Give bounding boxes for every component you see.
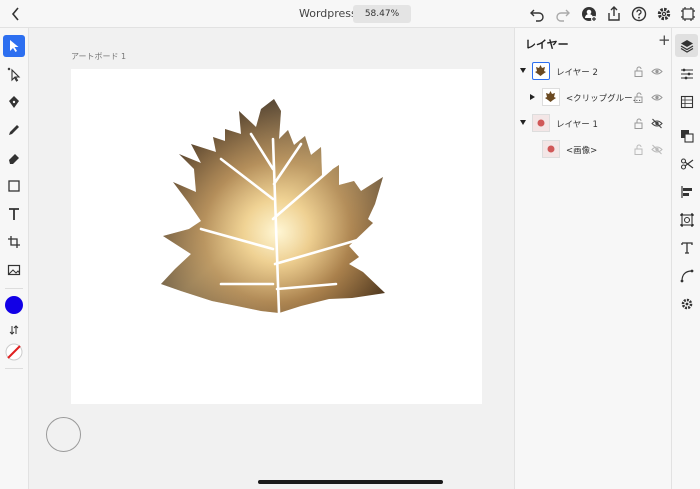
layers-panel-title: レイヤー xyxy=(525,38,569,51)
eraser-tool[interactable] xyxy=(3,147,25,169)
photo-thumbnail-icon xyxy=(533,115,549,131)
layer-thumbnail xyxy=(532,114,550,132)
canvas-area[interactable]: アートボード 1 xyxy=(29,28,514,489)
lock-open-icon[interactable] xyxy=(633,144,645,155)
arrange-icon xyxy=(680,129,694,143)
pen-tool[interactable] xyxy=(3,91,25,113)
photo-thumbnail-icon xyxy=(543,141,559,157)
layers-panel: レイヤー + レイヤー 2 <クリップグルー… レイヤー 1 <画像> xyxy=(514,28,671,489)
lock-open-icon[interactable] xyxy=(633,92,645,103)
curvature-panel-button[interactable] xyxy=(675,264,698,287)
pencil-tool[interactable] xyxy=(3,119,25,141)
type-icon xyxy=(680,241,693,254)
place-image-tool[interactable] xyxy=(3,259,25,281)
right-panel-rail xyxy=(671,28,700,489)
undo-icon[interactable] xyxy=(529,6,545,22)
eye-visible-icon[interactable] xyxy=(651,66,663,77)
collapse-caret-icon[interactable] xyxy=(520,120,526,125)
zoom-level[interactable]: 58.47% xyxy=(353,5,411,23)
layer-thumbnail xyxy=(532,62,550,80)
layer-thumbnail xyxy=(542,140,560,158)
layer-thumbnail xyxy=(542,88,560,106)
settings-gear-icon[interactable] xyxy=(656,6,672,22)
appearance-panel-button[interactable] xyxy=(675,90,698,113)
eye-visible-icon[interactable] xyxy=(651,92,663,103)
left-toolbar xyxy=(0,28,29,489)
home-indicator xyxy=(258,480,443,484)
toolbar-divider xyxy=(5,288,23,289)
swap-arrows-icon xyxy=(9,325,19,335)
help-icon[interactable] xyxy=(631,6,647,22)
layer-row[interactable]: <クリップグルー… xyxy=(515,86,672,110)
eye-hidden-icon[interactable] xyxy=(651,118,663,129)
layer-name[interactable]: レイヤー 2 xyxy=(556,66,598,78)
properties-panel-button[interactable] xyxy=(675,62,698,85)
layer-row[interactable]: レイヤー 2 xyxy=(515,60,672,84)
collapse-caret-icon[interactable] xyxy=(520,68,526,73)
transform-icon xyxy=(679,212,694,227)
leaf-thumbnail-icon xyxy=(535,65,546,76)
image-icon xyxy=(7,264,21,276)
eye-hidden-icon[interactable] xyxy=(651,144,663,155)
sliders-icon xyxy=(680,68,693,79)
share-user-icon[interactable] xyxy=(581,6,597,22)
layers-panel-button[interactable] xyxy=(675,34,698,57)
layer-row[interactable]: レイヤー 1 xyxy=(515,112,672,136)
selection-tool[interactable] xyxy=(3,35,25,57)
document-settings-button[interactable] xyxy=(675,292,698,315)
scissors-icon xyxy=(680,157,693,170)
top-bar: Wordpress 58.47% xyxy=(0,0,700,28)
back-icon[interactable] xyxy=(8,5,24,23)
pencil-icon xyxy=(9,125,19,135)
arrow-pointer-icon xyxy=(10,40,19,52)
artboard-view-icon[interactable] xyxy=(680,6,696,22)
layer-name[interactable]: レイヤー 1 xyxy=(556,118,598,130)
toolbar-divider xyxy=(5,368,23,369)
type-panel-button[interactable] xyxy=(675,236,698,259)
crop-icon xyxy=(8,236,20,248)
stroke-color-swatch[interactable] xyxy=(3,341,25,363)
leaf-thumbnail-icon xyxy=(545,91,556,102)
swap-colors-button[interactable] xyxy=(3,319,25,341)
lock-open-icon[interactable] xyxy=(633,118,645,129)
redo-icon[interactable] xyxy=(555,6,571,22)
rectangle-tool[interactable] xyxy=(3,175,25,197)
crop-tool[interactable] xyxy=(3,231,25,253)
direct-selection-tool[interactable] xyxy=(3,63,25,85)
layers-stack-icon xyxy=(680,39,693,53)
layer-row[interactable]: <画像> xyxy=(515,138,672,162)
layer-name[interactable]: <画像> xyxy=(566,144,597,156)
artboard-label[interactable]: アートボード 1 xyxy=(71,51,126,62)
document-gear-icon xyxy=(681,298,692,309)
align-panel-button[interactable] xyxy=(675,180,698,203)
fill-color-swatch[interactable] xyxy=(3,294,25,316)
document-title[interactable]: Wordpress xyxy=(299,7,357,20)
rectangle-icon xyxy=(8,180,20,192)
layer-name[interactable]: <クリップグルー… xyxy=(566,92,641,104)
artboard[interactable] xyxy=(71,69,482,404)
curve-icon xyxy=(680,269,693,282)
fill-color-circle xyxy=(5,296,23,314)
pathfinder-panel-button[interactable] xyxy=(675,152,698,175)
arrange-panel-button[interactable] xyxy=(675,124,698,147)
eraser-icon xyxy=(9,154,19,164)
direct-select-icon xyxy=(7,67,21,82)
type-tool[interactable] xyxy=(3,203,25,225)
transform-panel-button[interactable] xyxy=(675,208,698,231)
expand-caret-icon[interactable] xyxy=(530,94,535,100)
add-layer-button[interactable]: + xyxy=(658,32,671,48)
modifier-touch-button[interactable] xyxy=(46,417,81,452)
stroke-none-icon xyxy=(5,343,23,361)
type-t-icon xyxy=(9,208,19,220)
align-left-icon xyxy=(680,185,692,198)
maple-leaf-clipped-image[interactable] xyxy=(161,99,397,313)
appearance-icon xyxy=(680,95,693,108)
lock-open-icon[interactable] xyxy=(633,66,645,77)
export-icon[interactable] xyxy=(606,6,622,22)
pen-icon xyxy=(9,96,19,108)
